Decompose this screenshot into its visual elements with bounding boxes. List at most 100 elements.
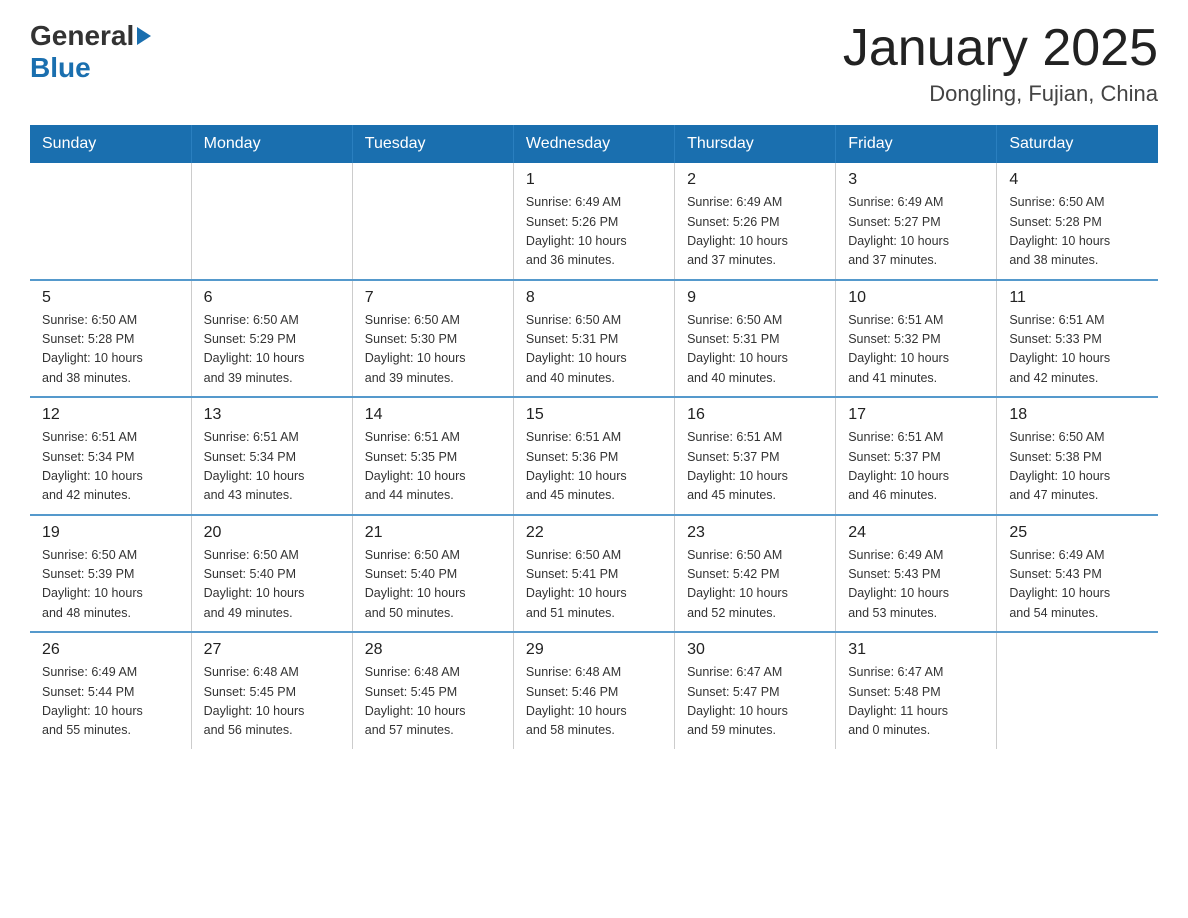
day-number: 16 bbox=[687, 406, 823, 424]
page-header: General Blue January 2025 Dongling, Fuji… bbox=[30, 20, 1158, 107]
day-number: 29 bbox=[526, 641, 662, 659]
calendar-table: SundayMondayTuesdayWednesdayThursdayFrid… bbox=[30, 125, 1158, 749]
day-info: Sunrise: 6:47 AMSunset: 5:48 PMDaylight:… bbox=[848, 663, 984, 741]
header-day-thursday: Thursday bbox=[675, 125, 836, 163]
day-number: 15 bbox=[526, 406, 662, 424]
day-info: Sunrise: 6:50 AMSunset: 5:29 PMDaylight:… bbox=[204, 311, 340, 389]
calendar-cell: 10 Sunrise: 6:51 AMSunset: 5:32 PMDayligh… bbox=[836, 280, 997, 398]
day-number: 30 bbox=[687, 641, 823, 659]
day-number: 24 bbox=[848, 524, 984, 542]
day-number: 18 bbox=[1009, 406, 1146, 424]
day-info: Sunrise: 6:50 AMSunset: 5:40 PMDaylight:… bbox=[204, 546, 340, 624]
day-info: Sunrise: 6:51 AMSunset: 5:37 PMDaylight:… bbox=[687, 428, 823, 506]
calendar-cell: 18 Sunrise: 6:50 AMSunset: 5:38 PMDayligh… bbox=[997, 397, 1158, 515]
day-info: Sunrise: 6:51 AMSunset: 5:35 PMDaylight:… bbox=[365, 428, 501, 506]
logo-text-container: General Blue bbox=[30, 20, 151, 84]
header-day-sunday: Sunday bbox=[30, 125, 191, 163]
day-info: Sunrise: 6:50 AMSunset: 5:39 PMDaylight:… bbox=[42, 546, 179, 624]
calendar-cell: 28Sunrise: 6:48 AMSunset: 5:45 PMDayligh… bbox=[352, 632, 513, 749]
day-number: 7 bbox=[365, 289, 501, 307]
day-info: Sunrise: 6:49 AMSunset: 5:43 PMDaylight:… bbox=[1009, 546, 1146, 624]
day-number: 1 bbox=[526, 171, 662, 189]
day-number: 23 bbox=[687, 524, 823, 542]
calendar-body: 1 Sunrise: 6:49 AMSunset: 5:26 PMDaylight… bbox=[30, 163, 1158, 749]
calendar-week-2: 5 Sunrise: 6:50 AMSunset: 5:28 PMDaylight… bbox=[30, 280, 1158, 398]
calendar-cell: 23 Sunrise: 6:50 AMSunset: 5:42 PMDayligh… bbox=[675, 515, 836, 633]
day-info: Sunrise: 6:49 AMSunset: 5:26 PMDaylight:… bbox=[526, 193, 662, 271]
calendar-title: January 2025 bbox=[843, 20, 1158, 77]
day-info: Sunrise: 6:50 AMSunset: 5:31 PMDaylight:… bbox=[687, 311, 823, 389]
day-info: Sunrise: 6:51 AMSunset: 5:34 PMDaylight:… bbox=[42, 428, 179, 506]
day-number: 10 bbox=[848, 289, 984, 307]
calendar-cell: 15 Sunrise: 6:51 AMSunset: 5:36 PMDayligh… bbox=[513, 397, 674, 515]
day-info: Sunrise: 6:50 AMSunset: 5:42 PMDaylight:… bbox=[687, 546, 823, 624]
logo-general: General bbox=[30, 20, 134, 52]
calendar-cell bbox=[30, 163, 191, 280]
calendar-cell bbox=[352, 163, 513, 280]
day-info: Sunrise: 6:49 AMSunset: 5:44 PMDaylight:… bbox=[42, 663, 179, 741]
header-day-monday: Monday bbox=[191, 125, 352, 163]
day-info: Sunrise: 6:49 AMSunset: 5:27 PMDaylight:… bbox=[848, 193, 984, 271]
header-row: SundayMondayTuesdayWednesdayThursdayFrid… bbox=[30, 125, 1158, 163]
day-number: 4 bbox=[1009, 171, 1146, 189]
logo: General Blue bbox=[30, 20, 151, 84]
calendar-cell: 2 Sunrise: 6:49 AMSunset: 5:26 PMDaylight… bbox=[675, 163, 836, 280]
calendar-cell: 8 Sunrise: 6:50 AMSunset: 5:31 PMDaylight… bbox=[513, 280, 674, 398]
day-info: Sunrise: 6:51 AMSunset: 5:36 PMDaylight:… bbox=[526, 428, 662, 506]
day-info: Sunrise: 6:50 AMSunset: 5:41 PMDaylight:… bbox=[526, 546, 662, 624]
day-number: 11 bbox=[1009, 289, 1146, 307]
calendar-cell: 29 Sunrise: 6:48 AMSunset: 5:46 PMDayligh… bbox=[513, 632, 674, 749]
calendar-cell: 1 Sunrise: 6:49 AMSunset: 5:26 PMDaylight… bbox=[513, 163, 674, 280]
calendar-cell: 12 Sunrise: 6:51 AMSunset: 5:34 PMDayligh… bbox=[30, 397, 191, 515]
calendar-cell: 19Sunrise: 6:50 AMSunset: 5:39 PMDayligh… bbox=[30, 515, 191, 633]
day-info: Sunrise: 6:48 AMSunset: 5:45 PMDaylight:… bbox=[204, 663, 340, 741]
day-number: 9 bbox=[687, 289, 823, 307]
day-info: Sunrise: 6:50 AMSunset: 5:30 PMDaylight:… bbox=[365, 311, 501, 389]
calendar-cell: 31 Sunrise: 6:47 AMSunset: 5:48 PMDayligh… bbox=[836, 632, 997, 749]
day-info: Sunrise: 6:51 AMSunset: 5:34 PMDaylight:… bbox=[204, 428, 340, 506]
calendar-cell: 21 Sunrise: 6:50 AMSunset: 5:40 PMDayligh… bbox=[352, 515, 513, 633]
calendar-cell: 22 Sunrise: 6:50 AMSunset: 5:41 PMDayligh… bbox=[513, 515, 674, 633]
calendar-cell bbox=[191, 163, 352, 280]
calendar-cell: 25 Sunrise: 6:49 AMSunset: 5:43 PMDayligh… bbox=[997, 515, 1158, 633]
day-info: Sunrise: 6:50 AMSunset: 5:38 PMDaylight:… bbox=[1009, 428, 1146, 506]
day-info: Sunrise: 6:50 AMSunset: 5:31 PMDaylight:… bbox=[526, 311, 662, 389]
day-number: 17 bbox=[848, 406, 984, 424]
day-number: 5 bbox=[42, 289, 179, 307]
day-number: 31 bbox=[848, 641, 984, 659]
calendar-cell: 5 Sunrise: 6:50 AMSunset: 5:28 PMDaylight… bbox=[30, 280, 191, 398]
calendar-week-1: 1 Sunrise: 6:49 AMSunset: 5:26 PMDaylight… bbox=[30, 163, 1158, 280]
header-day-friday: Friday bbox=[836, 125, 997, 163]
day-number: 25 bbox=[1009, 524, 1146, 542]
calendar-week-5: 26 Sunrise: 6:49 AMSunset: 5:44 PMDayligh… bbox=[30, 632, 1158, 749]
day-number: 8 bbox=[526, 289, 662, 307]
day-number: 14 bbox=[365, 406, 501, 424]
day-info: Sunrise: 6:48 AMSunset: 5:46 PMDaylight:… bbox=[526, 663, 662, 741]
day-number: 2 bbox=[687, 171, 823, 189]
calendar-cell: 3Sunrise: 6:49 AMSunset: 5:27 PMDaylight… bbox=[836, 163, 997, 280]
day-info: Sunrise: 6:50 AMSunset: 5:40 PMDaylight:… bbox=[365, 546, 501, 624]
day-info: Sunrise: 6:49 AMSunset: 5:43 PMDaylight:… bbox=[848, 546, 984, 624]
calendar-cell: 4 Sunrise: 6:50 AMSunset: 5:28 PMDaylight… bbox=[997, 163, 1158, 280]
calendar-cell: 16 Sunrise: 6:51 AMSunset: 5:37 PMDayligh… bbox=[675, 397, 836, 515]
calendar-cell: 9 Sunrise: 6:50 AMSunset: 5:31 PMDaylight… bbox=[675, 280, 836, 398]
day-info: Sunrise: 6:49 AMSunset: 5:26 PMDaylight:… bbox=[687, 193, 823, 271]
day-number: 22 bbox=[526, 524, 662, 542]
calendar-cell: 27Sunrise: 6:48 AMSunset: 5:45 PMDayligh… bbox=[191, 632, 352, 749]
logo-line2: Blue bbox=[30, 52, 151, 84]
calendar-cell: 17 Sunrise: 6:51 AMSunset: 5:37 PMDayligh… bbox=[836, 397, 997, 515]
calendar-cell: 26 Sunrise: 6:49 AMSunset: 5:44 PMDayligh… bbox=[30, 632, 191, 749]
calendar-subtitle: Dongling, Fujian, China bbox=[843, 81, 1158, 107]
day-number: 12 bbox=[42, 406, 179, 424]
calendar-cell: 6Sunrise: 6:50 AMSunset: 5:29 PMDaylight… bbox=[191, 280, 352, 398]
calendar-cell: 7 Sunrise: 6:50 AMSunset: 5:30 PMDaylight… bbox=[352, 280, 513, 398]
day-info: Sunrise: 6:48 AMSunset: 5:45 PMDaylight:… bbox=[365, 663, 501, 741]
calendar-cell: 14 Sunrise: 6:51 AMSunset: 5:35 PMDayligh… bbox=[352, 397, 513, 515]
day-number: 26 bbox=[42, 641, 179, 659]
day-info: Sunrise: 6:51 AMSunset: 5:37 PMDaylight:… bbox=[848, 428, 984, 506]
day-info: Sunrise: 6:50 AMSunset: 5:28 PMDaylight:… bbox=[1009, 193, 1146, 271]
title-block: January 2025 Dongling, Fujian, China bbox=[843, 20, 1158, 107]
day-number: 21 bbox=[365, 524, 501, 542]
day-info: Sunrise: 6:50 AMSunset: 5:28 PMDaylight:… bbox=[42, 311, 179, 389]
day-info: Sunrise: 6:51 AMSunset: 5:32 PMDaylight:… bbox=[848, 311, 984, 389]
